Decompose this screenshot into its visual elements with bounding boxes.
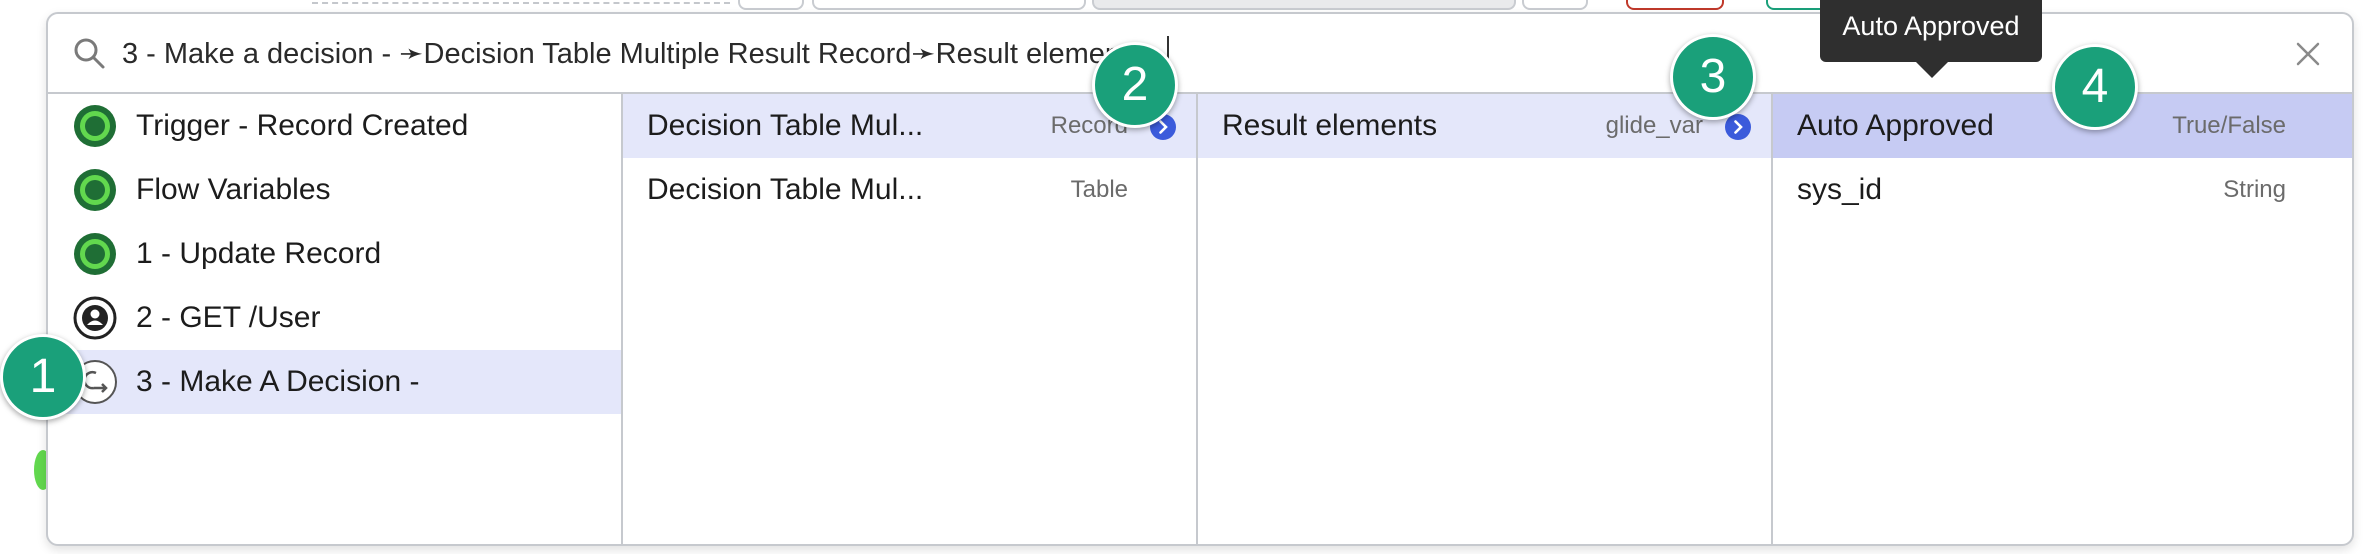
search-icon bbox=[74, 38, 105, 69]
field-type: String bbox=[2223, 176, 2286, 203]
field-type: True/False bbox=[2172, 112, 2286, 139]
background-toolbar-field bbox=[812, 0, 1086, 10]
step-item-get-user[interactable]: 2 - GET /User bbox=[48, 286, 621, 350]
data-pill-picker: 3 - Make a decision - ➛Decision Table Mu… bbox=[46, 12, 2354, 546]
field-label: sys_id bbox=[1797, 173, 1883, 206]
record-item-decision-table-table[interactable]: Decision Table Mul... Table bbox=[623, 158, 1196, 222]
callout-badge: 3 bbox=[1670, 34, 1756, 120]
close-icon[interactable] bbox=[2294, 40, 2322, 68]
flow-variables-icon bbox=[74, 169, 116, 211]
step-label: Flow Variables bbox=[136, 173, 331, 206]
background-toolbar-button bbox=[1626, 0, 1724, 10]
step-label: 3 - Make A Decision - bbox=[136, 365, 420, 398]
trigger-icon bbox=[74, 105, 116, 147]
callout-badge: 4 bbox=[2052, 44, 2138, 130]
step-item-flow-variables[interactable]: Flow Variables bbox=[48, 158, 621, 222]
field-label: Auto Approved bbox=[1797, 109, 1994, 142]
background-toolbar-button bbox=[1522, 0, 1588, 10]
elements-column: Result elements glide_var bbox=[1198, 94, 1773, 544]
step-item-update-record[interactable]: 1 - Update Record bbox=[48, 222, 621, 286]
step-label: 1 - Update Record bbox=[136, 237, 382, 270]
record-type: Table bbox=[1070, 176, 1128, 203]
record-label: Decision Table Mul... bbox=[647, 109, 924, 142]
element-type: glide_var bbox=[1605, 112, 1703, 139]
update-record-icon bbox=[74, 233, 116, 275]
fields-column: Auto Approved True/False sys_id String bbox=[1773, 94, 2352, 544]
chevron-right-icon[interactable] bbox=[1725, 114, 1751, 140]
step-item-trigger[interactable]: Trigger - Record Created bbox=[48, 94, 621, 158]
step-item-make-a-decision[interactable]: 3 - Make A Decision - bbox=[48, 350, 621, 414]
record-label: Decision Table Mul... bbox=[647, 173, 924, 206]
element-label: Result elements bbox=[1222, 109, 1438, 142]
background-toolbar-button bbox=[738, 0, 804, 10]
callout-badge: 2 bbox=[1092, 42, 1178, 128]
background-toolbar-field bbox=[1092, 0, 1516, 10]
steps-column: Trigger - Record Created Flow Variables … bbox=[48, 94, 623, 544]
rest-step-icon bbox=[73, 296, 117, 340]
step-label: Trigger - Record Created bbox=[136, 109, 469, 142]
step-label: 2 - GET /User bbox=[136, 301, 321, 334]
tooltip: Auto Approved bbox=[1820, 0, 2042, 78]
search-input[interactable]: 3 - Make a decision - ➛Decision Table Mu… bbox=[122, 34, 1212, 74]
background-dashed-line bbox=[312, 2, 730, 4]
records-column: Decision Table Mul... Record Decision Ta… bbox=[623, 94, 1198, 544]
field-item-sys-id[interactable]: sys_id String bbox=[1773, 158, 2352, 222]
callout-badge: 1 bbox=[0, 334, 86, 420]
